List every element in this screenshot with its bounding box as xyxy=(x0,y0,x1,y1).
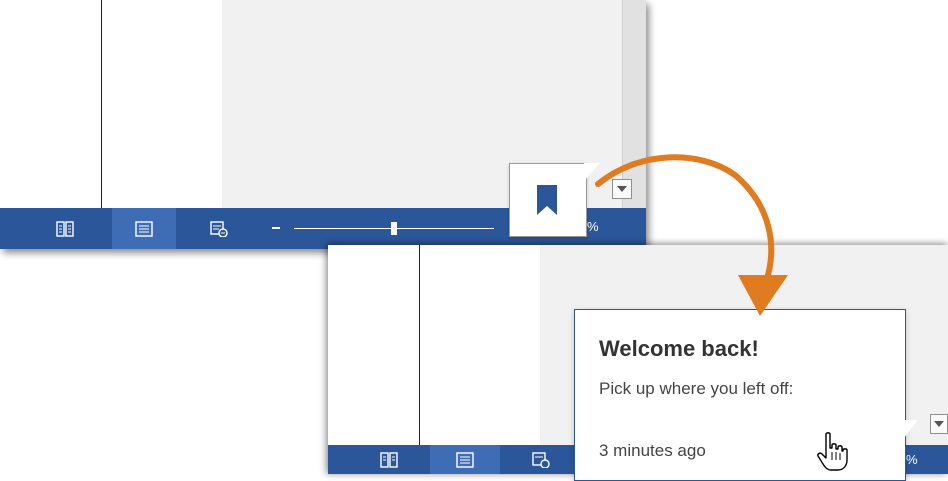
welcome-back-popup[interactable]: Welcome back! Pick up where you left off… xyxy=(574,309,906,481)
zoom-slider[interactable] xyxy=(294,216,494,240)
document-page xyxy=(328,245,540,445)
bookmark-icon xyxy=(537,185,557,215)
zoom-percent[interactable]: % xyxy=(906,452,918,467)
hand-pointer-icon xyxy=(817,432,848,471)
dropdown-button[interactable] xyxy=(612,179,632,199)
dropdown-button[interactable] xyxy=(930,414,948,434)
zoom-thumb[interactable] xyxy=(391,222,397,235)
popup-pointer xyxy=(904,420,918,438)
chevron-down-icon xyxy=(934,421,944,427)
web-layout-icon xyxy=(532,451,550,468)
read-mode-button[interactable] xyxy=(364,445,414,474)
bookmark-callout[interactable] xyxy=(509,163,587,237)
web-layout-button[interactable] xyxy=(196,208,242,249)
popup-title: Welcome back! xyxy=(599,336,759,361)
chevron-down-icon xyxy=(617,186,627,192)
web-layout-icon xyxy=(210,220,228,237)
text-margin-line xyxy=(419,245,420,445)
print-layout-button[interactable] xyxy=(112,208,176,249)
text-margin-line xyxy=(101,0,102,208)
read-mode-button[interactable] xyxy=(40,208,90,249)
read-mode-icon xyxy=(56,220,74,237)
callout-pointer xyxy=(584,163,600,181)
print-layout-icon xyxy=(135,220,153,237)
print-layout-icon xyxy=(456,451,474,468)
document-page xyxy=(0,0,222,208)
web-layout-button[interactable] xyxy=(518,445,564,474)
popup-subtitle: Pick up where you left off: xyxy=(599,379,794,398)
zoom-out-button[interactable] xyxy=(272,227,280,229)
zoom-percent[interactable]: % xyxy=(587,219,599,234)
print-layout-button[interactable] xyxy=(430,445,500,474)
read-mode-icon xyxy=(380,451,398,468)
vertical-scrollbar[interactable] xyxy=(622,0,646,208)
resume-link[interactable]: 3 minutes ago xyxy=(599,441,706,461)
